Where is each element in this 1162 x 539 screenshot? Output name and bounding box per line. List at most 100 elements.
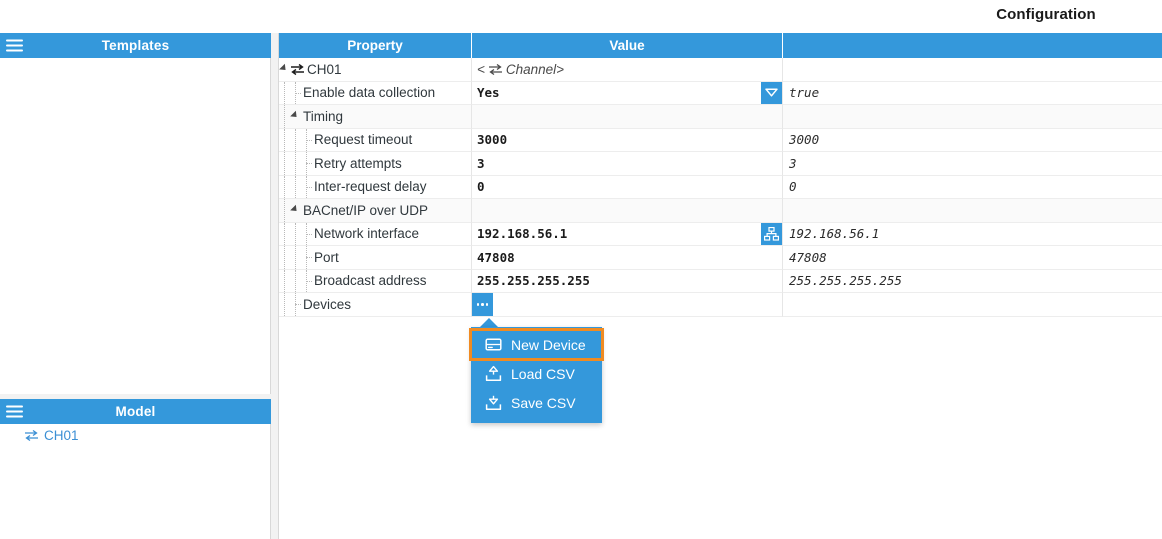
value-cell-ch01[interactable]: < Channel> bbox=[472, 58, 783, 82]
default-text: 47808 bbox=[789, 249, 827, 265]
default-cell-broadcast-address: 255.255.255.255 bbox=[783, 270, 1162, 293]
tree-guide bbox=[290, 269, 301, 293]
property-grid-body: CH01 < Channel> Enable data collection Yes tr… bbox=[279, 58, 1162, 317]
property-label: CH01 bbox=[307, 61, 342, 77]
property-cell-broadcast-address[interactable]: Broadcast address bbox=[279, 269, 472, 293]
default-cell-enable-data: true bbox=[783, 82, 1162, 105]
table-row[interactable]: Retry attempts 3 3 bbox=[279, 152, 1162, 176]
default-cell-network-interface: 192.168.56.1 bbox=[783, 223, 1162, 246]
device-icon bbox=[485, 336, 502, 353]
table-row[interactable]: Devices bbox=[279, 293, 1162, 317]
tree-guide bbox=[301, 175, 312, 199]
hamburger-icon[interactable] bbox=[6, 39, 23, 52]
value-text: 192.168.56.1 bbox=[477, 226, 568, 242]
swap-channel-icon bbox=[290, 63, 305, 76]
top-bar: Configuration bbox=[0, 0, 1162, 33]
tree-guide bbox=[279, 81, 290, 105]
tree-guide bbox=[279, 269, 290, 293]
page-title: Configuration bbox=[996, 6, 1096, 23]
upload-icon bbox=[485, 365, 502, 382]
table-row[interactable]: BACnet/IP over UDP bbox=[279, 199, 1162, 223]
main-splitter-vertical[interactable] bbox=[271, 33, 279, 539]
tree-guide bbox=[279, 293, 290, 316]
default-text: 192.168.56.1 bbox=[789, 226, 880, 242]
property-cell-enable-data[interactable]: Enable data collection bbox=[279, 81, 472, 105]
tree-guide bbox=[290, 152, 301, 175]
hamburger-icon[interactable] bbox=[6, 405, 23, 418]
column-header-default[interactable] bbox=[783, 33, 1162, 58]
dropdown-button-enable-data[interactable] bbox=[761, 81, 782, 104]
value-cell-request-timeout[interactable]: 3000 bbox=[472, 128, 783, 152]
tree-guide bbox=[290, 175, 301, 199]
value-cell-enable-data[interactable]: Yes bbox=[472, 81, 783, 105]
tree-guide bbox=[279, 128, 290, 152]
default-text: 3000 bbox=[789, 132, 820, 148]
menu-item-new-device[interactable]: New Device bbox=[469, 328, 604, 361]
tree-guide bbox=[301, 269, 312, 293]
value-cell-timing[interactable] bbox=[472, 105, 783, 129]
ellipsis-button-devices[interactable] bbox=[472, 293, 493, 316]
expander-ch01[interactable] bbox=[279, 58, 290, 81]
model-tree-item-ch01[interactable]: CH01 bbox=[0, 424, 270, 446]
property-cell-request-timeout[interactable]: Request timeout bbox=[279, 128, 472, 152]
value-cell-inter-request-delay[interactable]: 0 bbox=[472, 175, 783, 199]
property-cell-devices[interactable]: Devices bbox=[279, 293, 472, 317]
property-label: Request timeout bbox=[314, 132, 413, 148]
tree-guide bbox=[279, 246, 290, 269]
property-cell-retry-attempts[interactable]: Retry attempts bbox=[279, 152, 472, 176]
templates-panel-body[interactable] bbox=[0, 58, 271, 394]
tree-guide bbox=[301, 152, 312, 175]
menu-item-label: Load CSV bbox=[511, 365, 575, 382]
value-cell-network-interface[interactable]: 192.168.56.1 bbox=[472, 222, 783, 246]
default-cell-port: 47808 bbox=[783, 246, 1162, 270]
default-text: true bbox=[789, 85, 820, 101]
table-row[interactable]: Timing bbox=[279, 105, 1162, 129]
property-cell-ch01[interactable]: CH01 bbox=[279, 58, 472, 82]
value-cell-port[interactable]: 47808 bbox=[472, 246, 783, 270]
tree-guide bbox=[290, 81, 301, 105]
table-row[interactable]: Port 47808 47808 bbox=[279, 246, 1162, 270]
property-cell-bacnet-ip-udp[interactable]: BACnet/IP over UDP bbox=[279, 199, 472, 223]
property-cell-timing[interactable]: Timing bbox=[279, 105, 472, 129]
property-cell-inter-request-delay[interactable]: Inter-request delay bbox=[279, 175, 472, 199]
network-topology-icon-button[interactable] bbox=[761, 222, 782, 245]
property-label: Retry attempts bbox=[314, 155, 402, 171]
model-panel-header: Model bbox=[0, 399, 271, 424]
property-label: Timing bbox=[303, 108, 344, 124]
expander-bacnet-ip-udp[interactable] bbox=[290, 199, 301, 222]
table-row[interactable]: Network interface 192.168.56.1 192.168.56.… bbox=[279, 222, 1162, 246]
table-row[interactable]: Broadcast address 255.255.255.255 255.255.… bbox=[279, 269, 1162, 293]
menu-item-load-csv[interactable]: Load CSV bbox=[471, 359, 602, 388]
table-row[interactable]: Enable data collection Yes true bbox=[279, 81, 1162, 105]
tree-guide bbox=[290, 128, 301, 152]
property-label: BACnet/IP over UDP bbox=[303, 202, 429, 218]
model-tree-item-label: CH01 bbox=[44, 427, 79, 443]
default-text: 3 bbox=[789, 155, 797, 171]
value-cell-bacnet-ip-udp[interactable] bbox=[472, 199, 783, 223]
tree-guide bbox=[301, 246, 312, 269]
property-cell-network-interface[interactable]: Network interface bbox=[279, 222, 472, 246]
value-text: 255.255.255.255 bbox=[477, 273, 590, 289]
value-cell-retry-attempts[interactable]: 3 bbox=[472, 152, 783, 176]
value-cell-broadcast-address[interactable]: 255.255.255.255 bbox=[472, 269, 783, 293]
property-label: Enable data collection bbox=[303, 85, 436, 101]
column-header-property[interactable]: Property bbox=[279, 33, 472, 58]
tree-guide bbox=[279, 222, 290, 246]
expander-timing[interactable] bbox=[290, 105, 301, 128]
property-cell-port[interactable]: Port bbox=[279, 246, 472, 270]
table-row[interactable]: Request timeout 3000 3000 bbox=[279, 128, 1162, 152]
tree-guide bbox=[279, 175, 290, 199]
default-cell-ch01 bbox=[783, 58, 1162, 82]
tree-guide bbox=[279, 199, 290, 222]
tree-guide bbox=[290, 222, 301, 246]
table-row[interactable]: CH01 < Channel> bbox=[279, 58, 1162, 82]
tree-guide bbox=[279, 152, 290, 175]
value-cell-devices[interactable] bbox=[472, 293, 783, 317]
tree-guide bbox=[279, 105, 290, 128]
tree-guide bbox=[290, 246, 301, 269]
default-cell-retry-attempts: 3 bbox=[783, 152, 1162, 176]
menu-item-save-csv[interactable]: Save CSV bbox=[471, 388, 602, 417]
column-header-value[interactable]: Value bbox=[472, 33, 783, 58]
value-text: 3000 bbox=[477, 132, 508, 148]
table-row[interactable]: Inter-request delay 0 0 bbox=[279, 175, 1162, 199]
